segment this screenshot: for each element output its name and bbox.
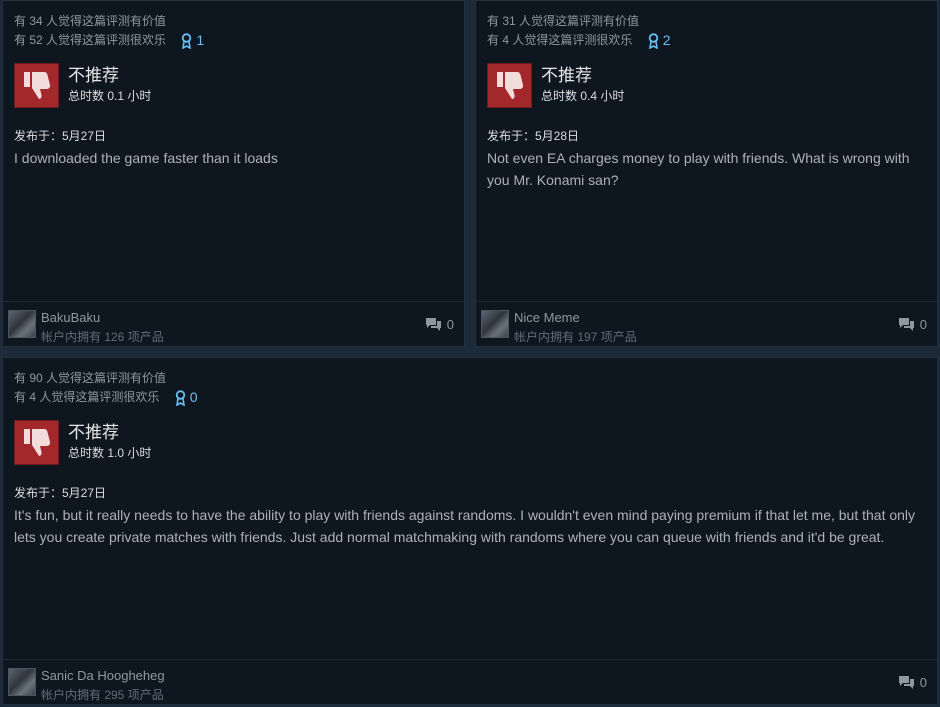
comment-count: 0 [446, 317, 454, 332]
author-name[interactable]: Sanic Da Hoogheheg [41, 668, 165, 683]
comments-link[interactable]: 0 [425, 317, 454, 332]
avatar[interactable] [481, 310, 509, 338]
award-badge[interactable]: 1 [181, 31, 204, 50]
funny-count: 有 52 人觉得这篇评测很欢乐 [14, 33, 167, 47]
award-ribbon-icon [182, 33, 192, 49]
review-footer: BakuBaku 帐户内拥有 126 项产品 0 [3, 301, 464, 346]
award-ribbon-icon [175, 390, 185, 406]
review-footer: Sanic Da Hoogheheg 帐户内拥有 295 项产品 0 [3, 659, 937, 704]
thumbs-down-icon [14, 62, 59, 108]
helpful-count: 有 31 人觉得这篇评测有价值 [487, 14, 640, 28]
award-badge[interactable]: 0 [175, 388, 198, 407]
review-text[interactable]: I downloaded the game faster than it loa… [14, 147, 448, 169]
author-products: 帐户内拥有 197 项产品 [514, 330, 637, 344]
award-count: 2 [662, 32, 671, 49]
hours-played: 总时数 1.0 小时 [68, 446, 152, 460]
comment-bubbles-icon [898, 676, 914, 689]
avatar[interactable] [8, 310, 36, 338]
review-footer: Nice Meme 帐户内拥有 197 项产品 0 [476, 301, 937, 346]
comment-count: 0 [919, 317, 927, 332]
author-name[interactable]: Nice Meme [514, 310, 580, 325]
comment-count: 0 [919, 675, 927, 690]
hours-played: 总时数 0.4 小时 [541, 89, 625, 103]
comments-link[interactable]: 0 [898, 675, 927, 690]
comment-bubbles-icon [425, 318, 441, 331]
funny-count: 有 4 人觉得这篇评测很欢乐 [14, 390, 160, 404]
thumbs-down-icon [487, 62, 532, 108]
award-badge[interactable]: 2 [648, 31, 671, 50]
award-count: 0 [189, 389, 198, 406]
review-text[interactable]: It's fun, but it really needs to have th… [14, 504, 921, 548]
author-products: 帐户内拥有 126 项产品 [41, 330, 164, 344]
review-verdict[interactable]: 不推荐 总时数 1.0 小时 [14, 419, 151, 465]
verdict-title: 不推荐 [68, 66, 119, 85]
helpful-count: 有 90 人觉得这篇评测有价值 [14, 371, 167, 385]
review-card: 有 90 人觉得这篇评测有价值 有 4 人觉得这篇评测很欢乐 0 不推荐 总时数… [2, 357, 938, 705]
helpful-info: 有 34 人觉得这篇评测有价值 有 52 人觉得这篇评测很欢乐 1 [14, 12, 204, 50]
review-verdict[interactable]: 不推荐 总时数 0.1 小时 [14, 62, 151, 108]
author-products: 帐户内拥有 295 项产品 [41, 688, 164, 702]
review-card: 有 34 人觉得这篇评测有价值 有 52 人觉得这篇评测很欢乐 1 不推荐 总时… [2, 0, 465, 347]
author-name[interactable]: BakuBaku [41, 310, 100, 325]
posted-date: 发布于：5月28日 [487, 129, 580, 143]
avatar[interactable] [8, 668, 36, 696]
helpful-info: 有 90 人觉得这篇评测有价值 有 4 人觉得这篇评测很欢乐 0 [14, 369, 197, 407]
helpful-info: 有 31 人觉得这篇评测有价值 有 4 人觉得这篇评测很欢乐 2 [487, 12, 670, 50]
review-card: 有 31 人觉得这篇评测有价值 有 4 人觉得这篇评测很欢乐 2 不推荐 总时数… [475, 0, 938, 347]
comments-link[interactable]: 0 [898, 317, 927, 332]
funny-count: 有 4 人觉得这篇评测很欢乐 [487, 33, 633, 47]
review-verdict[interactable]: 不推荐 总时数 0.4 小时 [487, 62, 624, 108]
thumbs-down-icon [14, 419, 59, 465]
helpful-count: 有 34 人觉得这篇评测有价值 [14, 14, 167, 28]
posted-date: 发布于：5月27日 [14, 129, 107, 143]
award-ribbon-icon [648, 33, 658, 49]
hours-played: 总时数 0.1 小时 [68, 89, 152, 103]
comment-bubbles-icon [898, 318, 914, 331]
review-text[interactable]: Not even EA charges money to play with f… [487, 147, 921, 191]
verdict-title: 不推荐 [541, 66, 592, 85]
verdict-title: 不推荐 [68, 423, 119, 442]
posted-date: 发布于：5月27日 [14, 486, 107, 500]
award-count: 1 [196, 32, 205, 49]
